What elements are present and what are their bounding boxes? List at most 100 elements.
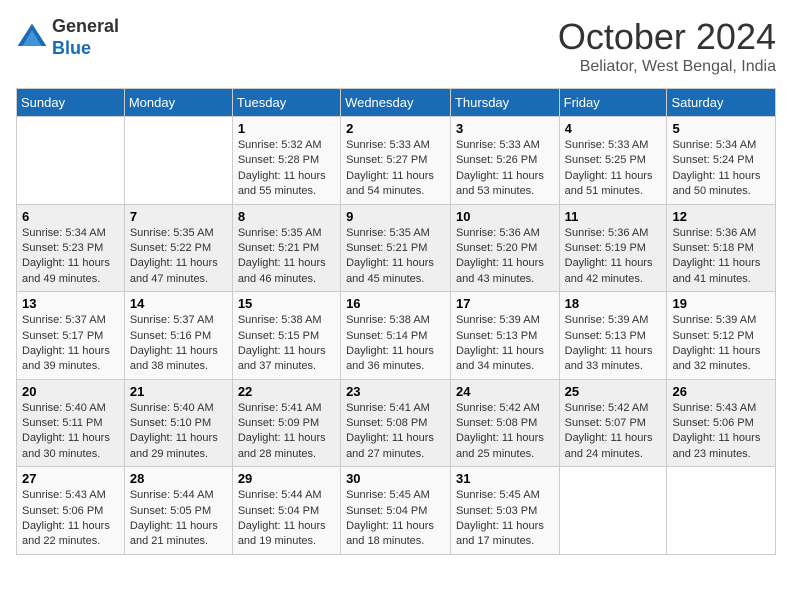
day-number: 12 [672,209,770,224]
day-info: Sunrise: 5:39 AM Sunset: 5:13 PM Dayligh… [456,313,554,375]
day-number: 21 [130,384,227,399]
sunrise-text: Sunrise: 5:34 AM [672,139,756,151]
day-number: 14 [130,296,227,311]
sunset-text: Sunset: 5:23 PM [22,242,103,254]
day-number: 28 [130,471,227,486]
daylight-text: Daylight: 11 hours and 27 minutes. [346,432,434,459]
sunrise-text: Sunrise: 5:44 AM [238,489,322,501]
sunset-text: Sunset: 5:19 PM [565,242,646,254]
day-info: Sunrise: 5:36 AM Sunset: 5:19 PM Dayligh… [565,226,662,288]
day-number: 20 [22,384,119,399]
day-number: 3 [456,121,554,136]
day-info: Sunrise: 5:36 AM Sunset: 5:18 PM Dayligh… [672,226,770,288]
day-info: Sunrise: 5:39 AM Sunset: 5:12 PM Dayligh… [672,313,770,375]
calendar-cell: 28 Sunrise: 5:44 AM Sunset: 5:05 PM Dayl… [124,467,232,555]
sunset-text: Sunset: 5:27 PM [346,154,427,166]
calendar-cell: 12 Sunrise: 5:36 AM Sunset: 5:18 PM Dayl… [667,204,776,292]
logo-general-text: General [52,16,119,38]
day-info: Sunrise: 5:33 AM Sunset: 5:25 PM Dayligh… [565,138,662,200]
day-number: 10 [456,209,554,224]
daylight-text: Daylight: 11 hours and 24 minutes. [565,432,653,459]
day-number: 19 [672,296,770,311]
day-number: 30 [346,471,445,486]
sunset-text: Sunset: 5:06 PM [22,505,103,517]
calendar-cell: 30 Sunrise: 5:45 AM Sunset: 5:04 PM Dayl… [341,467,451,555]
calendar-cell: 18 Sunrise: 5:39 AM Sunset: 5:13 PM Dayl… [559,292,667,380]
logo-blue-text: Blue [52,38,119,60]
sunrise-text: Sunrise: 5:45 AM [346,489,430,501]
day-number: 2 [346,121,445,136]
calendar-cell: 1 Sunrise: 5:32 AM Sunset: 5:28 PM Dayli… [232,117,340,205]
day-number: 26 [672,384,770,399]
calendar-cell: 5 Sunrise: 5:34 AM Sunset: 5:24 PM Dayli… [667,117,776,205]
day-number: 22 [238,384,335,399]
daylight-text: Daylight: 11 hours and 45 minutes. [346,257,434,284]
sunset-text: Sunset: 5:20 PM [456,242,537,254]
calendar-cell: 10 Sunrise: 5:36 AM Sunset: 5:20 PM Dayl… [450,204,559,292]
sunrise-text: Sunrise: 5:39 AM [672,314,756,326]
day-number: 18 [565,296,662,311]
sunset-text: Sunset: 5:16 PM [130,330,211,342]
sunrise-text: Sunrise: 5:36 AM [565,227,649,239]
sunrise-text: Sunrise: 5:34 AM [22,227,106,239]
sunset-text: Sunset: 5:24 PM [672,154,753,166]
calendar-cell: 29 Sunrise: 5:44 AM Sunset: 5:04 PM Dayl… [232,467,340,555]
day-number: 17 [456,296,554,311]
calendar-cell: 26 Sunrise: 5:43 AM Sunset: 5:06 PM Dayl… [667,379,776,467]
calendar-week-row: 27 Sunrise: 5:43 AM Sunset: 5:06 PM Dayl… [17,467,776,555]
day-info: Sunrise: 5:35 AM Sunset: 5:21 PM Dayligh… [238,226,335,288]
day-number: 25 [565,384,662,399]
day-info: Sunrise: 5:34 AM Sunset: 5:24 PM Dayligh… [672,138,770,200]
sunrise-text: Sunrise: 5:33 AM [456,139,540,151]
day-number: 11 [565,209,662,224]
sunrise-text: Sunrise: 5:41 AM [346,402,430,414]
day-number: 31 [456,471,554,486]
calendar-cell: 25 Sunrise: 5:42 AM Sunset: 5:07 PM Dayl… [559,379,667,467]
sunset-text: Sunset: 5:11 PM [22,417,103,429]
calendar-table: SundayMondayTuesdayWednesdayThursdayFrid… [16,88,776,555]
sunrise-text: Sunrise: 5:32 AM [238,139,322,151]
sunrise-text: Sunrise: 5:40 AM [22,402,106,414]
sunset-text: Sunset: 5:14 PM [346,330,427,342]
calendar-cell: 22 Sunrise: 5:41 AM Sunset: 5:09 PM Dayl… [232,379,340,467]
sunrise-text: Sunrise: 5:33 AM [565,139,649,151]
daylight-text: Daylight: 11 hours and 33 minutes. [565,345,653,372]
calendar-week-row: 6 Sunrise: 5:34 AM Sunset: 5:23 PM Dayli… [17,204,776,292]
calendar-cell: 31 Sunrise: 5:45 AM Sunset: 5:03 PM Dayl… [450,467,559,555]
day-info: Sunrise: 5:41 AM Sunset: 5:09 PM Dayligh… [238,401,335,463]
day-info: Sunrise: 5:38 AM Sunset: 5:15 PM Dayligh… [238,313,335,375]
daylight-text: Daylight: 11 hours and 43 minutes. [456,257,544,284]
day-number: 6 [22,209,119,224]
sunset-text: Sunset: 5:18 PM [672,242,753,254]
sunset-text: Sunset: 5:21 PM [346,242,427,254]
sunset-text: Sunset: 5:28 PM [238,154,319,166]
title-section: October 2024 Beliator, West Bengal, Indi… [558,16,776,76]
daylight-text: Daylight: 11 hours and 18 minutes. [346,520,434,547]
day-info: Sunrise: 5:45 AM Sunset: 5:04 PM Dayligh… [346,488,445,550]
daylight-text: Daylight: 11 hours and 49 minutes. [22,257,110,284]
sunrise-text: Sunrise: 5:43 AM [22,489,106,501]
sunset-text: Sunset: 5:06 PM [672,417,753,429]
day-info: Sunrise: 5:36 AM Sunset: 5:20 PM Dayligh… [456,226,554,288]
day-info: Sunrise: 5:35 AM Sunset: 5:22 PM Dayligh… [130,226,227,288]
daylight-text: Daylight: 11 hours and 51 minutes. [565,170,653,197]
sunrise-text: Sunrise: 5:43 AM [672,402,756,414]
calendar-cell [559,467,667,555]
calendar-cell [667,467,776,555]
day-info: Sunrise: 5:40 AM Sunset: 5:10 PM Dayligh… [130,401,227,463]
daylight-text: Daylight: 11 hours and 38 minutes. [130,345,218,372]
day-number: 8 [238,209,335,224]
daylight-text: Daylight: 11 hours and 34 minutes. [456,345,544,372]
calendar-cell: 8 Sunrise: 5:35 AM Sunset: 5:21 PM Dayli… [232,204,340,292]
daylight-text: Daylight: 11 hours and 46 minutes. [238,257,326,284]
daylight-text: Daylight: 11 hours and 28 minutes. [238,432,326,459]
sunrise-text: Sunrise: 5:42 AM [565,402,649,414]
sunrise-text: Sunrise: 5:44 AM [130,489,214,501]
calendar-cell: 16 Sunrise: 5:38 AM Sunset: 5:14 PM Dayl… [341,292,451,380]
daylight-text: Daylight: 11 hours and 54 minutes. [346,170,434,197]
daylight-text: Daylight: 11 hours and 53 minutes. [456,170,544,197]
calendar-cell: 27 Sunrise: 5:43 AM Sunset: 5:06 PM Dayl… [17,467,125,555]
calendar-cell: 14 Sunrise: 5:37 AM Sunset: 5:16 PM Dayl… [124,292,232,380]
day-number: 27 [22,471,119,486]
daylight-text: Daylight: 11 hours and 37 minutes. [238,345,326,372]
